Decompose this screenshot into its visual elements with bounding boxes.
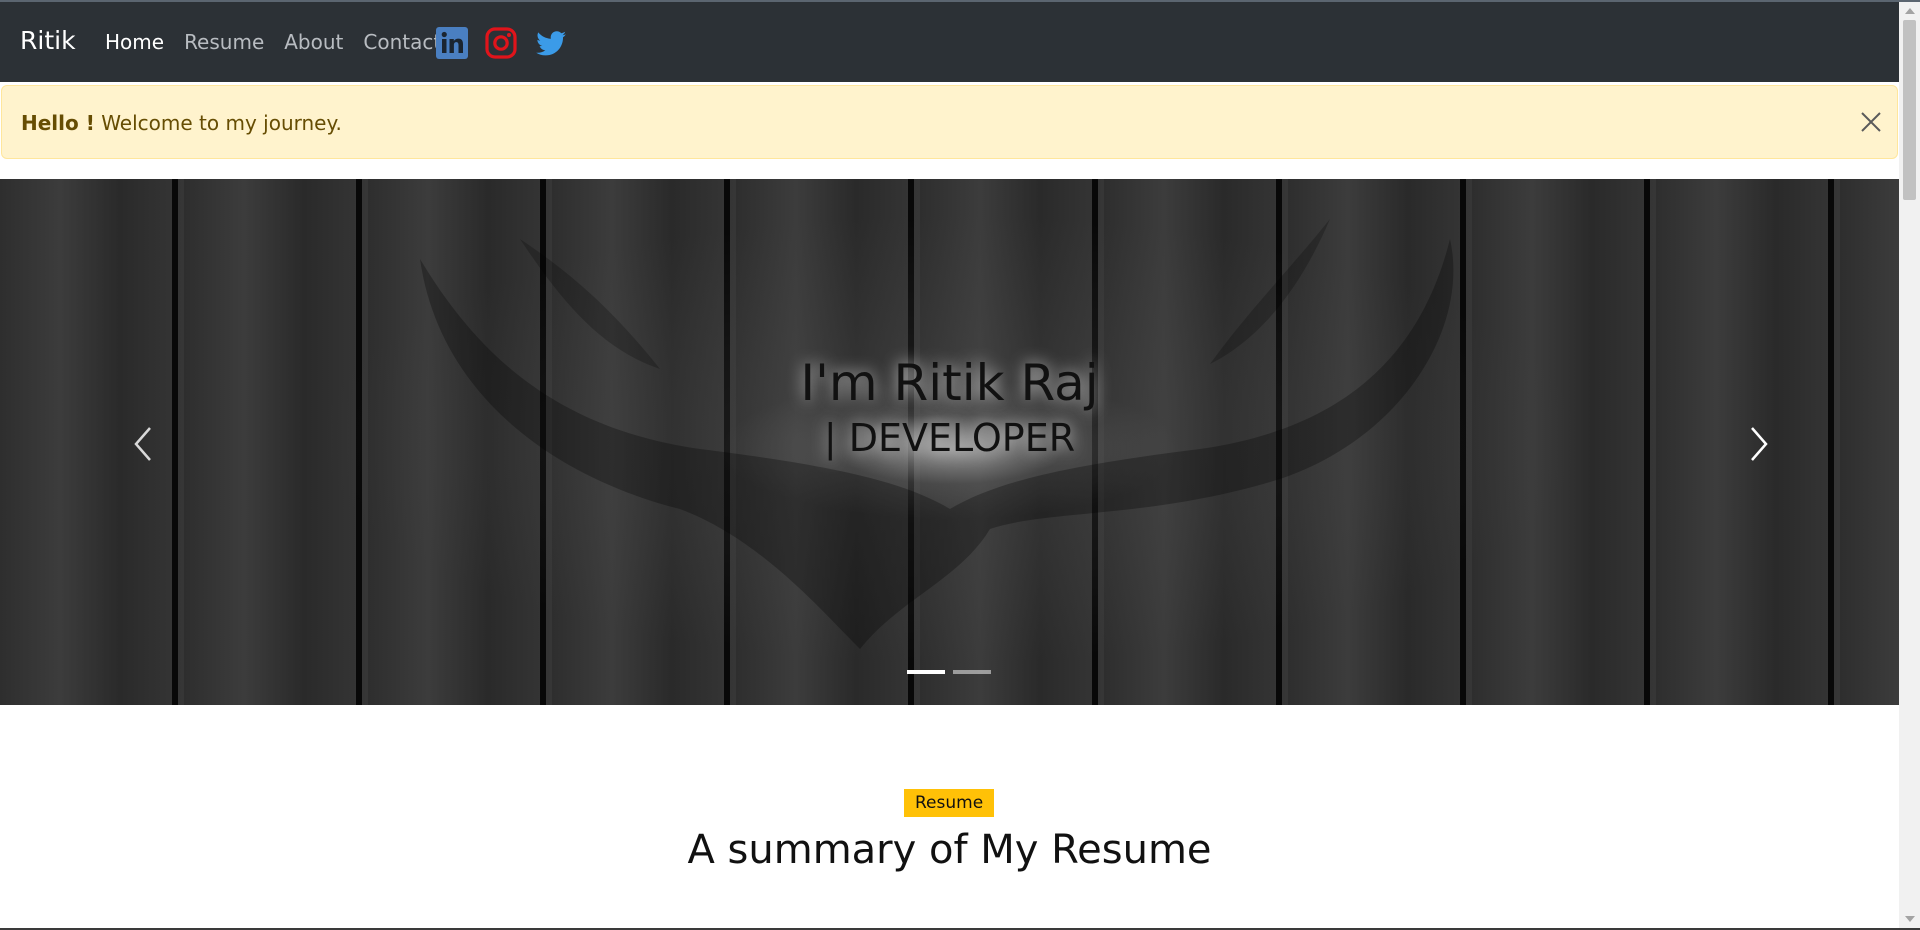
section-title: A summary of My Resume [687,827,1212,873]
page: Ritik Home Resume About Contact Hello ! … [0,2,1899,928]
navbar: Ritik Home Resume About Contact [0,2,1899,82]
resume-badge: Resume [904,789,995,817]
nav-link-resume[interactable]: Resume [184,30,264,54]
hero-carousel: I'm Ritik Raj | DEVELOPER [0,179,1899,705]
carousel-indicator-1[interactable] [907,670,945,674]
instagram-icon[interactable] [485,27,517,59]
scroll-up-icon[interactable] [1905,8,1915,14]
nav-links: Home Resume About Contact [105,30,441,54]
close-icon[interactable] [1859,110,1883,134]
brand-logo[interactable]: Ritik [20,26,76,55]
hero-subtitle: | DEVELOPER [823,416,1076,460]
scrollbar-thumb[interactable] [1903,20,1916,200]
linkedin-icon[interactable] [436,27,468,59]
nav-link-home[interactable]: Home [105,30,164,54]
nav-link-contact[interactable]: Contact [363,30,441,54]
alert-strong: Hello ! [21,111,95,135]
nav-link-about[interactable]: About [284,30,343,54]
alert-text: Welcome to my journey. [94,111,342,135]
hero-title: I'm Ritik Raj [800,354,1099,412]
carousel-indicators [907,670,991,674]
chevron-left-icon[interactable] [130,424,158,464]
vertical-scrollbar[interactable] [1899,2,1920,928]
welcome-alert: Hello ! Welcome to my journey. [1,85,1898,159]
carousel-indicator-2[interactable] [953,670,991,674]
twitter-icon[interactable] [535,27,567,59]
chevron-right-icon[interactable] [1744,424,1772,464]
scroll-down-icon[interactable] [1905,916,1915,922]
alert-message: Hello ! Welcome to my journey. [21,111,342,135]
